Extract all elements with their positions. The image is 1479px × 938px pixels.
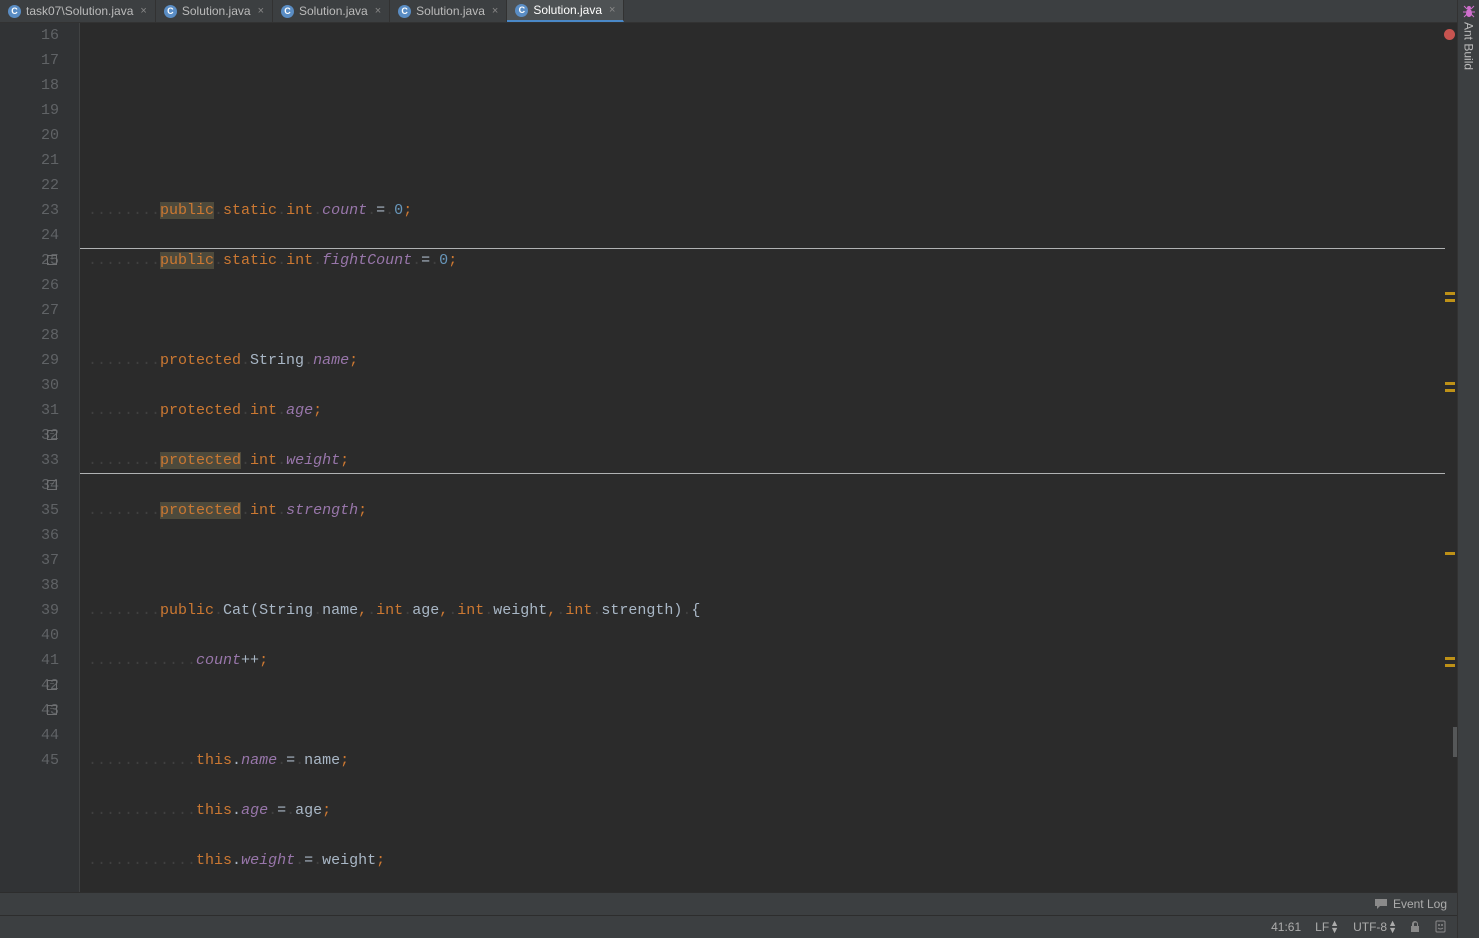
java-class-icon: C [515, 4, 528, 17]
warning-mark[interactable] [1445, 664, 1455, 667]
java-class-icon: C [8, 5, 21, 18]
lock-icon[interactable] [1409, 920, 1422, 933]
code-line: ............this.age.=.age; [88, 798, 1457, 823]
line-separator[interactable]: LF▲▼ [1315, 920, 1339, 934]
tab-label: Solution.java [299, 4, 368, 18]
code-line [88, 298, 1457, 323]
warning-mark[interactable] [1445, 657, 1455, 660]
ant-build-button[interactable]: Ant Build [1462, 22, 1476, 70]
close-icon[interactable]: × [375, 5, 381, 17]
warning-mark[interactable] [1445, 382, 1455, 385]
tab-3[interactable]: C Solution.java × [390, 0, 507, 22]
close-icon[interactable]: × [140, 5, 146, 17]
code-line: ........protected.String.name; [88, 348, 1457, 373]
code-line: ............this.name.=.name; [88, 748, 1457, 773]
code-editor[interactable]: 16171819202122232425−26272829303132−3334… [0, 23, 1457, 892]
code-line: ........public.static.int.count.=.0; [88, 198, 1457, 223]
file-encoding[interactable]: UTF-8▲▼ [1353, 920, 1397, 934]
java-class-icon: C [164, 5, 177, 18]
ant-icon [1462, 4, 1476, 18]
event-log-label: Event Log [1393, 897, 1447, 911]
java-class-icon: C [398, 5, 411, 18]
status-bar: Event Log 41:61 LF▲▼ UTF-8▲▼ [0, 892, 1457, 938]
code-line [88, 698, 1457, 723]
close-icon[interactable]: × [492, 5, 498, 17]
close-icon[interactable]: × [258, 5, 264, 17]
warning-mark[interactable] [1445, 389, 1455, 392]
tab-0[interactable]: Ctask07\Solution.java × [0, 0, 156, 22]
method-separator [80, 473, 1445, 474]
warning-mark[interactable] [1445, 299, 1455, 302]
code-line: ........public.Cat(String.name,.int.age,… [88, 598, 1457, 623]
java-class-icon: C [281, 5, 294, 18]
code-line [88, 148, 1457, 173]
editor-tabs: Ctask07\Solution.java × C Solution.java × C… [0, 0, 1457, 23]
tab-label: Solution.java [416, 4, 485, 18]
error-stripe [1444, 27, 1456, 892]
tab-label: Solution.java [182, 4, 251, 18]
warning-mark[interactable] [1445, 552, 1455, 555]
tab-label: Solution.java [533, 3, 602, 17]
code-line: ........public.static.int.fightCount.=.0… [88, 248, 1457, 273]
code-line: ............count++; [88, 648, 1457, 673]
line-gutter: 16171819202122232425−26272829303132−3334… [0, 23, 80, 892]
code-line: ........protected.int.age; [88, 398, 1457, 423]
code-line: ........protected.int.strength; [88, 498, 1457, 523]
tab-1[interactable]: C Solution.java × [156, 0, 273, 22]
close-icon[interactable]: × [609, 4, 615, 16]
warning-mark[interactable] [1445, 292, 1455, 295]
speech-bubble-icon [1374, 898, 1388, 910]
caret-position[interactable]: 41:61 [1271, 920, 1301, 934]
right-tool-window-bar: Ant Build [1457, 0, 1479, 938]
tab-label: task07\Solution.java [26, 4, 133, 18]
code-area[interactable]: ........public.static.int.count.=.0; ...… [80, 23, 1457, 892]
event-log-button[interactable]: Event Log [1374, 897, 1447, 911]
code-line: ............this.weight.=.weight; [88, 848, 1457, 873]
tab-2[interactable]: C Solution.java × [273, 0, 390, 22]
range-highlight [1453, 727, 1457, 757]
method-separator [80, 248, 1445, 249]
code-line [88, 548, 1457, 573]
error-indicator-icon[interactable] [1444, 29, 1455, 40]
code-line: ........protected.int.weight; [88, 448, 1457, 473]
tab-4[interactable]: C Solution.java × [507, 0, 624, 22]
hector-icon[interactable] [1434, 920, 1447, 933]
